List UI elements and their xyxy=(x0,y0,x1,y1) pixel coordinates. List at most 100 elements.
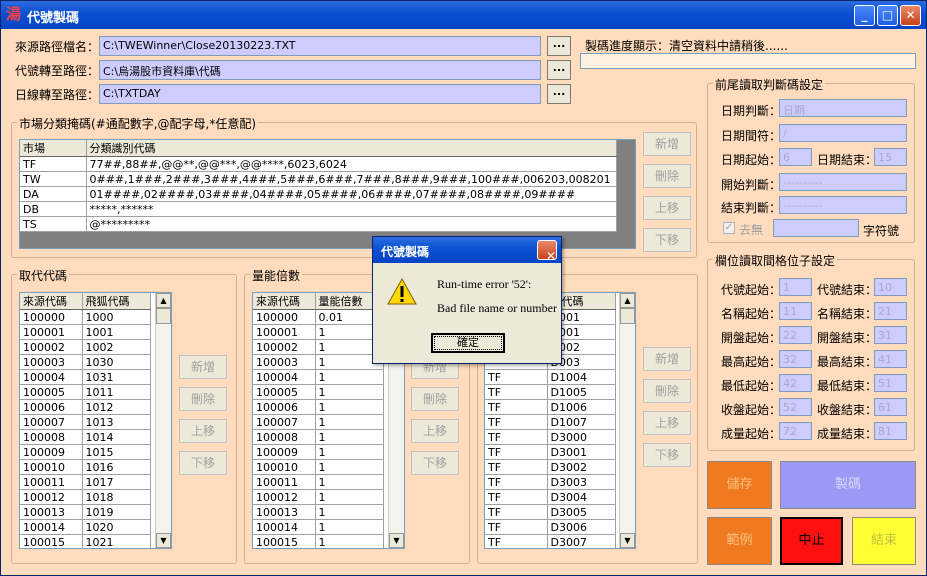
dialog-ok-button[interactable]: 確定 xyxy=(431,333,505,353)
end-check-input[interactable]: ---------- xyxy=(779,196,907,214)
table-row[interactable]: 100001 1 xyxy=(253,324,384,340)
volume-delete-button[interactable]: 刪除 xyxy=(411,387,459,411)
table-row[interactable]: 100011 1017 xyxy=(20,474,151,490)
table-row[interactable]: 100007 1 xyxy=(253,414,384,430)
market-delete-button[interactable]: 刪除 xyxy=(643,164,691,188)
table-row[interactable]: TF D3001 xyxy=(485,444,616,460)
table-row[interactable]: 100015 1021 xyxy=(20,534,151,548)
table-row[interactable]: TF D3007 xyxy=(485,534,616,548)
table-row[interactable]: 100009 1 xyxy=(253,444,384,460)
exit-button[interactable]: 結束 xyxy=(852,517,916,565)
table-row[interactable]: 100011 1 xyxy=(253,474,384,490)
title-bar[interactable]: 湯 代號製碼 _ □ ✕ xyxy=(1,1,926,29)
table-row[interactable]: 100013 1 xyxy=(253,504,384,520)
replace-down-button[interactable]: 下移 xyxy=(179,451,227,475)
table-row[interactable]: 100003 1030 xyxy=(20,354,151,370)
volume-down-button[interactable]: 下移 xyxy=(411,451,459,475)
table-row[interactable]: 100006 1012 xyxy=(20,399,151,415)
field-end-input[interactable]: 61 xyxy=(874,398,907,416)
table-row[interactable]: TF D1007 xyxy=(485,414,616,430)
scroll-up-icon[interactable]: ▲ xyxy=(156,293,171,308)
table-row[interactable]: 100014 1 xyxy=(253,519,384,535)
table-row[interactable]: TS @********* xyxy=(20,216,617,232)
market-up-button[interactable]: 上移 xyxy=(643,196,691,220)
dialog-close-button[interactable]: ✕ xyxy=(537,240,557,263)
market-add-button[interactable]: 新增 xyxy=(643,132,691,156)
replace-grid[interactable]: 來源代碼 飛狐代碼 100000 1000 100001 1001 100002 1002 10… xyxy=(19,292,172,549)
daily-path-input[interactable]: C:\TXTDAY xyxy=(99,84,541,104)
table-row[interactable]: TW 0###,1###,2###,3###,4###,5###,6###,7##… xyxy=(20,171,617,187)
field-start-input[interactable]: 42 xyxy=(779,374,812,392)
market-grid[interactable]: 市場 分類識別代碼 TF 77##,88##,@@**,@@***,@@****,… xyxy=(19,139,636,249)
date-end-input[interactable]: 15 xyxy=(874,148,907,166)
scroll-down-icon[interactable]: ▼ xyxy=(389,533,404,548)
code-browse-button[interactable]: ... xyxy=(547,60,571,80)
close-button[interactable]: ✕ xyxy=(900,5,921,26)
field-end-input[interactable]: 10 xyxy=(874,278,907,296)
field-start-input[interactable]: 52 xyxy=(779,398,812,416)
date-check-input[interactable]: 日期 xyxy=(779,99,907,117)
table-row[interactable]: DA 01####,02####,03####,04####,05####,06#… xyxy=(20,186,617,202)
begin-check-input[interactable]: ---------- xyxy=(779,173,907,191)
source-path-input[interactable]: C:\TWEWinner\Close20130223.TXT xyxy=(99,36,541,56)
field-start-input[interactable]: 11 xyxy=(779,302,812,320)
table-row[interactable]: TF D1006 xyxy=(485,399,616,415)
char-input[interactable] xyxy=(773,219,859,237)
table-row[interactable]: 100012 1018 xyxy=(20,489,151,505)
table-row[interactable]: 100000 0.01 xyxy=(253,309,384,325)
scroll-thumb[interactable] xyxy=(156,308,171,324)
table-row[interactable]: 100010 1 xyxy=(253,459,384,475)
source-browse-button[interactable]: ... xyxy=(547,36,571,56)
replace-scrollbar[interactable]: ▲ ▼ xyxy=(155,293,171,548)
scroll-thumb[interactable] xyxy=(620,308,635,324)
table-row[interactable]: 100005 1 xyxy=(253,384,384,400)
make-button[interactable]: 製碼 xyxy=(780,461,916,509)
date-start-input[interactable]: 6 xyxy=(779,148,812,166)
table-row[interactable]: TF D3002 xyxy=(485,459,616,475)
table-row[interactable]: DB *****,****** xyxy=(20,201,617,217)
table-row[interactable]: TF 77##,88##,@@**,@@***,@@****,6023,6024 xyxy=(20,156,617,172)
table-row[interactable]: 100008 1 xyxy=(253,429,384,445)
daily-browse-button[interactable]: ... xyxy=(547,84,571,104)
scroll-down-icon[interactable]: ▼ xyxy=(620,533,635,548)
stock-add-button[interactable]: 新增 xyxy=(643,347,691,371)
stock-up-button[interactable]: 上移 xyxy=(643,411,691,435)
volume-up-button[interactable]: 上移 xyxy=(411,419,459,443)
stock-scrollbar[interactable]: ▲ ▼ xyxy=(619,293,635,548)
field-end-input[interactable]: 51 xyxy=(874,374,907,392)
table-row[interactable]: 100002 1002 xyxy=(20,339,151,355)
field-end-input[interactable]: 31 xyxy=(874,326,907,344)
save-button[interactable]: 儲存 xyxy=(707,461,772,509)
table-row[interactable]: 100002 1 xyxy=(253,339,384,355)
table-row[interactable]: 100013 1019 xyxy=(20,504,151,520)
table-row[interactable]: TF D3005 xyxy=(485,504,616,520)
scroll-down-icon[interactable]: ▼ xyxy=(156,533,171,548)
date-sep-input[interactable]: / xyxy=(779,124,907,142)
table-row[interactable]: TF D3003 xyxy=(485,474,616,490)
field-start-input[interactable]: 1 xyxy=(779,278,812,296)
dialog-title-bar[interactable]: 代號製碼 ✕ xyxy=(373,237,561,263)
stock-delete-button[interactable]: 刪除 xyxy=(643,379,691,403)
stock-down-button[interactable]: 下移 xyxy=(643,443,691,467)
table-row[interactable]: TF D3006 xyxy=(485,519,616,535)
maximize-button[interactable]: □ xyxy=(877,5,898,26)
table-row[interactable]: 100001 1001 xyxy=(20,324,151,340)
table-row[interactable]: 100007 1013 xyxy=(20,414,151,430)
remove-checkbox[interactable]: ✓ xyxy=(723,222,735,234)
code-path-input[interactable]: C:\烏湯股市資料庫\代碼 xyxy=(99,60,541,80)
table-row[interactable]: 100000 1000 xyxy=(20,309,151,325)
table-row[interactable]: TF D1005 xyxy=(485,384,616,400)
table-row[interactable]: TF D1004 xyxy=(485,369,616,385)
field-start-input[interactable]: 22 xyxy=(779,326,812,344)
table-row[interactable]: 100004 1 xyxy=(253,369,384,385)
field-end-input[interactable]: 21 xyxy=(874,302,907,320)
table-row[interactable]: 100006 1 xyxy=(253,399,384,415)
replace-up-button[interactable]: 上移 xyxy=(179,419,227,443)
table-row[interactable]: 100003 1 xyxy=(253,354,384,370)
field-start-input[interactable]: 32 xyxy=(779,350,812,368)
table-row[interactable]: 100010 1016 xyxy=(20,459,151,475)
field-end-input[interactable]: 81 xyxy=(874,422,907,440)
scroll-up-icon[interactable]: ▲ xyxy=(620,293,635,308)
field-start-input[interactable]: 72 xyxy=(779,422,812,440)
replace-delete-button[interactable]: 刪除 xyxy=(179,387,227,411)
